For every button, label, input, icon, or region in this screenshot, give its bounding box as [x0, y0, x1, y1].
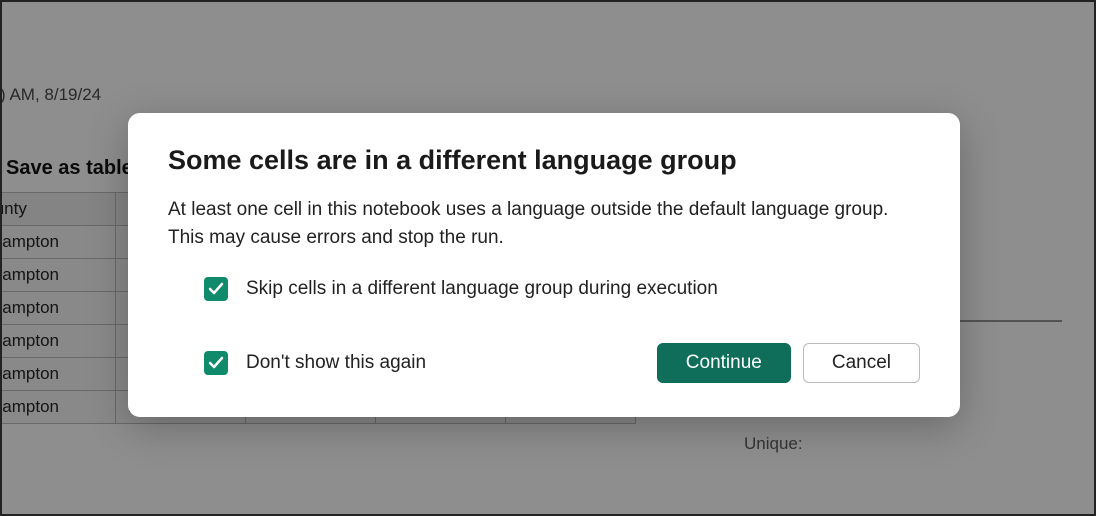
timestamp-text: ) AM, 8/19/24 — [0, 85, 1096, 105]
side-unique-label: Unique: — [744, 434, 803, 454]
dialog-body-text: At least one cell in this notebook uses … — [168, 196, 920, 251]
check-icon — [208, 355, 224, 371]
dont-show-checkbox[interactable] — [204, 351, 228, 375]
continue-button[interactable]: Continue — [657, 343, 791, 383]
col-header-county[interactable]: County — [0, 193, 116, 226]
dialog-button-group: Continue Cancel — [657, 343, 920, 383]
skip-cells-label: Skip cells in a different language group… — [246, 278, 718, 300]
dialog-title: Some cells are in a different language g… — [168, 145, 920, 176]
skip-cells-checkbox[interactable] — [204, 277, 228, 301]
skip-cells-checkbox-row: Skip cells in a different language group… — [204, 277, 920, 301]
dont-show-checkbox-row: Don't show this again — [204, 351, 426, 375]
check-icon — [208, 281, 224, 297]
cancel-button[interactable]: Cancel — [803, 343, 920, 383]
dont-show-label: Don't show this again — [246, 352, 426, 374]
language-group-dialog: Some cells are in a different language g… — [128, 113, 960, 417]
